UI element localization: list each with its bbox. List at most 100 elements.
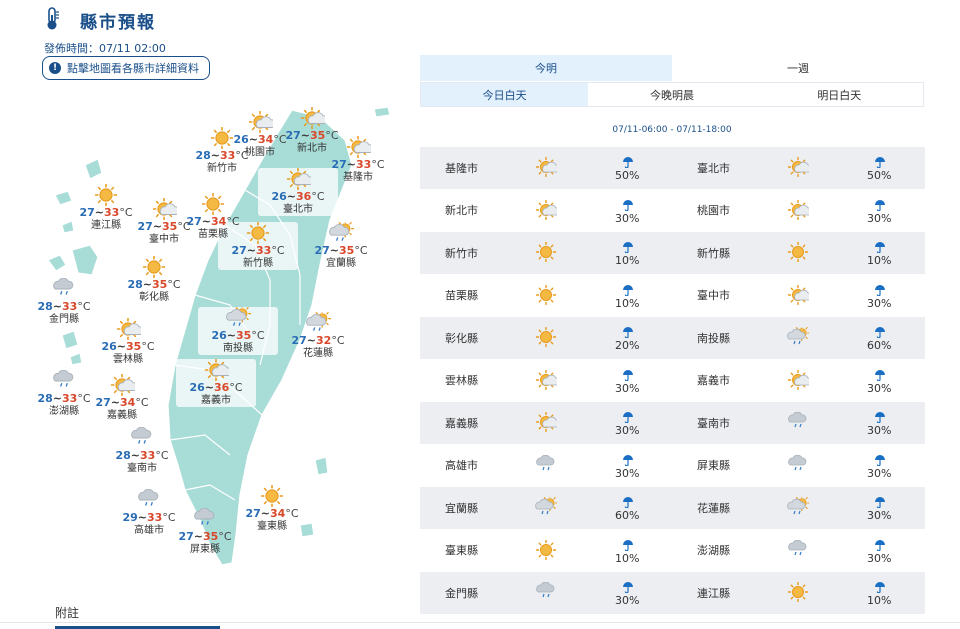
map-city-temp: 28~35°C <box>127 278 181 291</box>
rain-probability: 10% <box>867 254 892 267</box>
forecast-cell[interactable]: 新北市 30% <box>420 190 672 232</box>
forecast-cell[interactable]: 金門縣 30% <box>420 572 672 614</box>
weather-sunny-icon <box>535 539 557 560</box>
umbrella-icon <box>874 408 886 424</box>
rain-probability: 20% <box>615 339 640 352</box>
forecast-cell[interactable]: 彰化縣 20% <box>420 317 672 359</box>
forecast-cell[interactable]: 新竹縣 10% <box>672 232 924 274</box>
rain-probability: 10% <box>615 551 640 565</box>
map-city-name: 花蓮縣 <box>303 348 333 359</box>
map-city-20[interactable]: 28~33°C 金門縣 <box>24 277 104 326</box>
forecast-cell[interactable]: 南投縣 60% <box>672 317 924 359</box>
umbrella-icon <box>622 366 634 381</box>
map-city-21[interactable]: 28~33°C 澎湖縣 <box>24 369 104 418</box>
umbrella-icon <box>622 493 634 509</box>
weather-cloudy-rain-icon <box>51 277 77 300</box>
city-name: 金門縣 <box>445 586 478 600</box>
map-city-name: 金門縣 <box>49 314 79 325</box>
map-city-19[interactable]: 27~33°C 連江縣 <box>66 183 146 232</box>
weather-sunny-icon <box>535 241 557 263</box>
rain-probability: 30% <box>867 424 892 437</box>
weather-cloudy-rain-icon <box>51 369 77 392</box>
map-city-temp: 26~36°C <box>271 190 325 203</box>
info-icon: ! <box>49 62 61 74</box>
weather-sunny-icon <box>259 484 285 508</box>
forecast-cell[interactable]: 宜蘭縣 60% <box>420 487 672 529</box>
forecast-cell[interactable]: 基隆市 50% <box>420 147 672 189</box>
map-hint-label: 點擊地圖看各縣市詳細資料 <box>67 62 199 75</box>
forecast-cell[interactable]: 雲林縣 30% <box>420 360 672 402</box>
forecast-cell[interactable]: 高雄市 30% <box>420 445 672 487</box>
map-city-4[interactable]: 28~33°C 新竹市 <box>182 126 262 175</box>
map-city-9[interactable]: 26~35°C 南投縣 <box>198 304 278 355</box>
map-city-temp: 28~33°C <box>37 300 91 313</box>
forecast-cell[interactable]: 嘉義市 30% <box>672 360 924 402</box>
weather-cloudy-rain-icon <box>136 488 162 511</box>
city-name: 臺北市 <box>697 161 730 175</box>
forecast-cell[interactable]: 苗栗縣 10% <box>420 275 672 317</box>
map-city-name: 連江縣 <box>91 220 121 231</box>
city-name: 屏東縣 <box>697 459 730 473</box>
tab-tomorrow-day[interactable]: 明日白天 <box>756 83 923 106</box>
forecast-cell[interactable]: 新竹市 10% <box>420 232 672 274</box>
weather-cloudy-sun-rain-icon <box>535 494 558 517</box>
map-city-name: 基隆市 <box>343 172 373 183</box>
forecast-cell[interactable]: 臺東縣 10% <box>420 530 672 572</box>
forecast-cell[interactable]: 臺中市 30% <box>672 275 924 317</box>
table-row: 臺東縣 10% 澎湖縣 30% <box>420 529 925 572</box>
map-city-2[interactable]: 27~33°C 基隆市 <box>318 135 398 184</box>
city-name: 澎湖縣 <box>697 544 730 558</box>
map-city-18[interactable]: 27~34°C 臺東縣 <box>232 484 312 533</box>
map-city-13[interactable]: 28~33°C 臺南市 <box>102 426 182 475</box>
city-name: 新竹縣 <box>697 246 730 260</box>
umbrella-icon <box>622 578 634 594</box>
map-hint-button[interactable]: ! 點擊地圖看各縣市詳細資料 <box>42 56 210 80</box>
weather-sunny-icon <box>93 183 119 207</box>
map-city-8[interactable]: 28~35°C 彰化縣 <box>114 255 194 304</box>
forecast-cell[interactable]: 澎湖縣 30% <box>672 530 924 572</box>
map-city-16[interactable]: 27~35°C 宜蘭縣 <box>301 219 381 270</box>
map-city-name: 臺東縣 <box>257 521 287 532</box>
weather-sunny-cloudy-icon <box>787 284 813 305</box>
weather-cloudy-rain-icon <box>192 507 218 530</box>
city-name: 桃園市 <box>697 204 730 218</box>
weather-cloudy-sun-rain-icon <box>328 219 355 244</box>
map-city-temp: 27~34°C <box>245 507 299 520</box>
forecast-cell[interactable]: 屏東縣 30% <box>672 445 924 487</box>
city-name: 嘉義縣 <box>445 416 478 430</box>
map-city-temp: 28~33°C <box>37 392 91 405</box>
time-range: 07/11-06:00 - 07/11-18:00 <box>612 125 732 135</box>
forecast-cell[interactable]: 嘉義縣 30% <box>420 402 672 444</box>
page: { "header": { "title": "縣市預報", "icon": "… <box>0 0 960 629</box>
tab-week[interactable]: 一週 <box>672 55 924 81</box>
tab-today-day[interactable]: 今日白天 <box>421 83 589 106</box>
rain-probability: 30% <box>867 466 892 480</box>
umbrella-icon <box>622 153 634 169</box>
weather-cloudy-sun-rain-icon <box>305 309 332 334</box>
umbrella-icon <box>622 323 634 339</box>
map-city-temp: 28~33°C <box>115 449 169 462</box>
weather-cloudy-rain-icon <box>535 454 557 475</box>
umbrella-icon <box>874 451 886 466</box>
map-city-name: 彰化縣 <box>139 292 169 303</box>
forecast-cell[interactable]: 連江縣 10% <box>672 572 924 614</box>
tab-tonight[interactable]: 今晚明晨 <box>588 83 755 106</box>
rain-probability: 30% <box>615 211 640 225</box>
weather-sunny-cloudy-icon <box>285 167 314 191</box>
map-city-11[interactable]: 26~36°C 嘉義市 <box>176 358 256 407</box>
footnote-tab[interactable]: 附註 <box>55 604 79 621</box>
map-city-temp: 27~33°C <box>231 244 285 257</box>
map-city-17[interactable]: 27~32°C 花蓮縣 <box>278 309 358 360</box>
weather-sunny-cloudy-icon <box>203 358 232 382</box>
forecast-cell[interactable]: 臺南市 30% <box>672 402 924 444</box>
map-city-name: 南投縣 <box>223 343 253 354</box>
weather-sunny-cloudy-icon <box>151 197 180 221</box>
forecast-cell[interactable]: 花蓮縣 30% <box>672 487 924 529</box>
weather-sunny-cloudy-icon <box>345 135 374 159</box>
forecast-cell[interactable]: 臺北市 50% <box>672 147 924 189</box>
rain-probability: 30% <box>615 381 640 395</box>
tab-today-tomorrow[interactable]: 今明 <box>420 55 672 81</box>
weather-sunny-cloudy-icon <box>299 106 328 130</box>
weather-sunny-cloudy-icon <box>535 156 561 178</box>
forecast-cell[interactable]: 桃園市 30% <box>672 190 924 232</box>
